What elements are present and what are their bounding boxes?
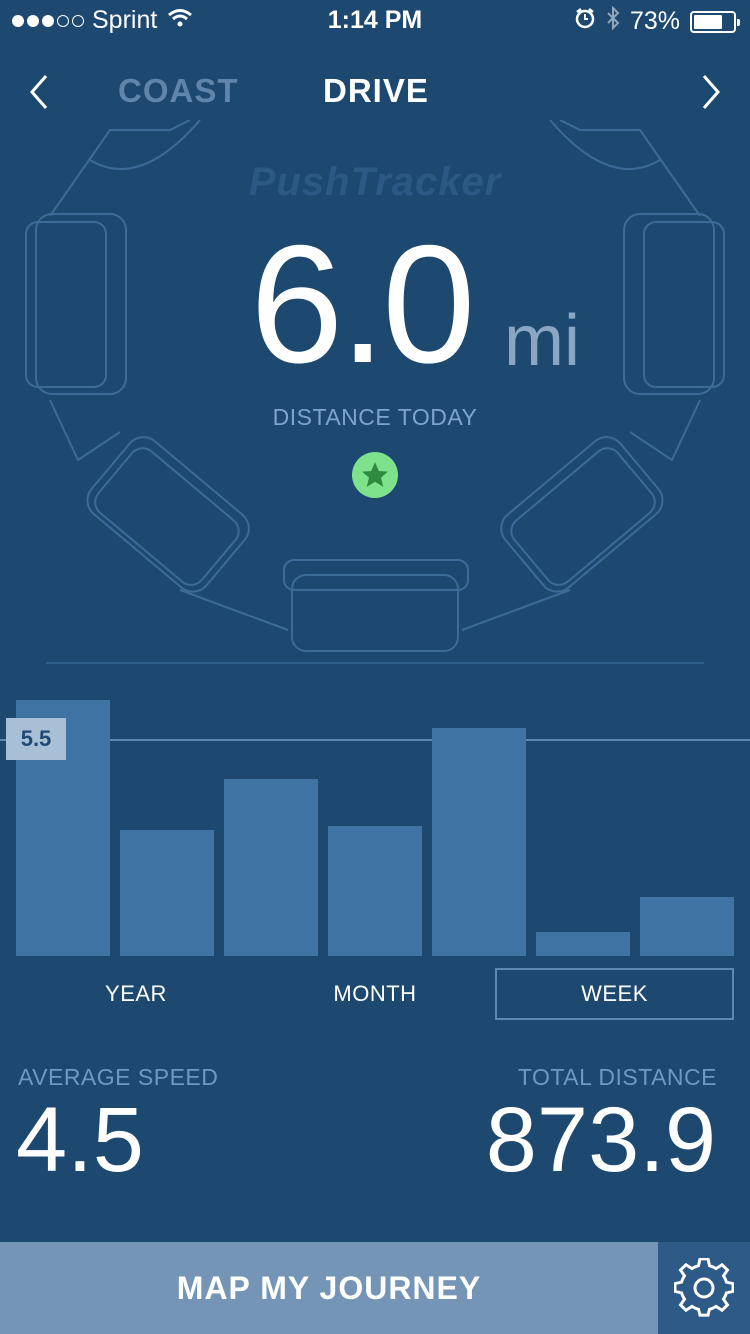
settings-button[interactable] (658, 1242, 750, 1334)
goal-reference-label: 5.5 (6, 718, 66, 761)
average-speed-label: AVERAGE SPEED (18, 1064, 219, 1090)
average-speed-value: 4.5 (16, 1089, 144, 1191)
tab-coast[interactable]: COAST (118, 72, 239, 110)
bluetooth-icon (606, 5, 620, 37)
distance-unit: mi (504, 301, 580, 381)
period-month[interactable]: MONTH (256, 968, 494, 1020)
distance-today-value: 6.0 (250, 210, 476, 398)
chart-bar[interactable] (640, 896, 734, 956)
chart-bar[interactable] (224, 778, 318, 956)
chevron-right-icon[interactable] (696, 70, 726, 114)
total-distance-label: TOTAL DISTANCE (517, 1064, 717, 1090)
period-week[interactable]: WEEK (495, 968, 734, 1020)
goal-reference-line (0, 739, 750, 742)
status-bar: Sprint 1:14 PM 73% (0, 0, 750, 40)
mode-nav: COAST DRIVE (0, 60, 750, 124)
map-my-journey-button[interactable]: MAP MY JOURNEY (0, 1242, 658, 1334)
alarm-icon (574, 7, 596, 36)
distance-bar-chart: 5.5 (0, 670, 750, 960)
battery-percent: 73% (629, 7, 680, 35)
chevron-left-icon[interactable] (24, 70, 54, 114)
total-distance-value: 873.9 (485, 1089, 716, 1191)
section-divider (46, 662, 704, 664)
status-right: 73% (574, 5, 740, 37)
brand-logo: PushTracker (248, 160, 502, 204)
distance-today-label: DISTANCE TODAY (272, 404, 478, 430)
tab-drive[interactable]: DRIVE (323, 72, 429, 110)
chart-bar[interactable] (120, 829, 214, 956)
period-year[interactable]: YEAR (16, 968, 256, 1020)
chart-bar[interactable] (328, 826, 422, 956)
chart-bar[interactable] (536, 932, 630, 956)
battery-icon (690, 10, 740, 33)
chart-bar[interactable] (432, 727, 526, 956)
gear-icon (674, 1258, 734, 1317)
star-icon[interactable] (352, 452, 398, 498)
